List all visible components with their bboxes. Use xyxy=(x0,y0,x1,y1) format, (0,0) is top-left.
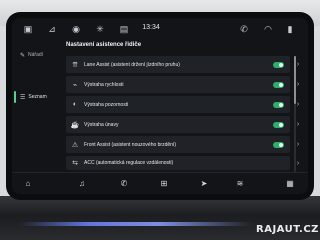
navigation-icon[interactable]: ➤ xyxy=(198,178,210,190)
ambient-light xyxy=(20,222,252,226)
bottom-dock: ⌂ ♫ ✆ ⊞ ➤ ≋ ▦ xyxy=(12,172,308,194)
phone-icon[interactable]: ✆ xyxy=(118,178,130,190)
setting-label: Výstraha pozornosti xyxy=(84,101,129,108)
settings-list: ⇈ Lane Assist (asistent držení jízdního … xyxy=(66,56,302,172)
front-assist-icon: ⚠ xyxy=(71,141,79,149)
setting-label: ACC (automatická regulace vzdálenosti) xyxy=(84,160,174,166)
scrollbar[interactable] xyxy=(294,56,296,172)
toggle-lane-assist[interactable] xyxy=(273,61,284,68)
toggle-fatigue-warning[interactable] xyxy=(273,121,284,128)
clock: 13:34 xyxy=(142,24,160,31)
watermark: RAJAUT.CZ xyxy=(256,224,319,235)
signal-icon: ▮ xyxy=(287,24,293,34)
phone-icon[interactable]: ✆ xyxy=(238,23,250,35)
home-icon[interactable]: ⌂ xyxy=(22,178,34,190)
toggle-speed-warning[interactable] xyxy=(273,81,284,88)
infotainment-screen: ▣ ⊿ ◉ ✳ ▤ 13:34 ✆ ◠ ▮ ✎ Nářadí ☰ Seznam … xyxy=(12,18,308,194)
speed-icon: ⌁ xyxy=(72,81,78,89)
music-icon[interactable]: ♫ xyxy=(76,178,88,190)
camera-icon[interactable]: ▤ xyxy=(118,23,130,35)
status-bar: ▣ ⊿ ◉ ✳ ▤ 13:34 ✆ ◠ ▮ xyxy=(12,18,308,40)
apps-icon[interactable]: ⊞ xyxy=(158,178,170,190)
grid-icon[interactable]: ▦ xyxy=(284,178,296,190)
car-icon[interactable]: ▣ xyxy=(22,23,34,35)
tool-icon: ✎ xyxy=(20,52,26,59)
setting-label: Lane Assist (asistent držení jízdního pr… xyxy=(84,61,180,68)
setting-row-fatigue-warning[interactable]: ☕ Výstraha únavy xyxy=(66,116,290,133)
setting-row-speed-warning[interactable]: ⌁ Výstraha rychlosti xyxy=(66,76,290,93)
media-icon[interactable]: ≋ xyxy=(234,178,246,190)
assist-icon[interactable]: ◉ xyxy=(70,23,82,35)
eye-icon: ◐ xyxy=(72,101,78,108)
setting-label: Front Assist (asistent nouzového brzdění… xyxy=(84,141,176,148)
setting-row-attention-warning[interactable]: ◐ Výstraha pozornosti xyxy=(66,96,290,113)
lane-icon: ⇈ xyxy=(72,61,78,69)
page-title: Nastavení asistence řidiče xyxy=(66,42,142,48)
setting-row-lane-assist[interactable]: ⇈ Lane Assist (asistent držení jízdního … xyxy=(66,56,290,73)
list-icon: ☰ xyxy=(20,94,26,101)
climate-icon[interactable]: ✳ xyxy=(94,23,106,35)
coffee-icon: ☕ xyxy=(70,121,80,129)
sidebar-item-label: Nářadí xyxy=(28,52,44,58)
setting-label: Výstraha únavy xyxy=(84,121,119,128)
seat-icon[interactable]: ⊿ xyxy=(46,23,58,35)
toggle-attention-warning[interactable] xyxy=(273,101,284,108)
sidebar-item-tools[interactable]: ✎ Nářadí xyxy=(20,48,58,62)
sidebar: ✎ Nářadí ☰ Seznam xyxy=(12,40,58,172)
setting-row-front-assist[interactable]: ⚠ Front Assist (asistent nouzového brzdě… xyxy=(66,136,290,153)
toggle-front-assist[interactable] xyxy=(273,141,284,148)
acc-icon: ⇆ xyxy=(72,160,78,167)
sidebar-item-list[interactable]: ☰ Seznam xyxy=(14,90,58,104)
setting-row-acc[interactable]: ⇆ ACC (automatická regulace vzdálenosti) xyxy=(66,156,290,170)
wifi-icon: ◠ xyxy=(264,24,272,34)
scroll-thumb[interactable] xyxy=(294,56,296,104)
sidebar-item-label: Seznam xyxy=(28,94,47,100)
setting-label: Výstraha rychlosti xyxy=(84,81,124,88)
